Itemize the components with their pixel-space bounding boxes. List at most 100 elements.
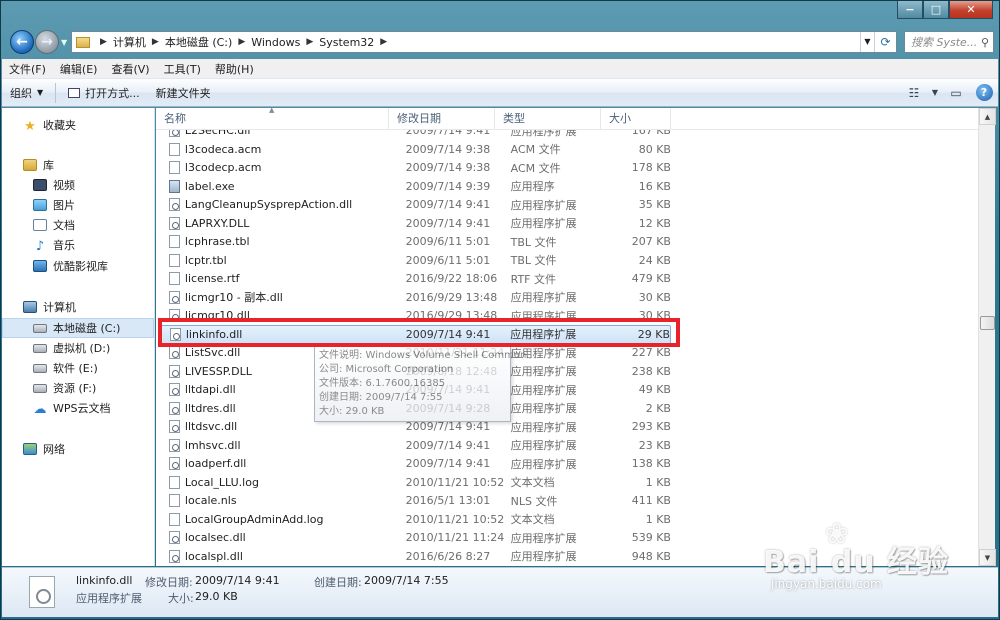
menu-help[interactable]: 帮助(H)	[208, 61, 261, 77]
minimize-button[interactable]: −	[897, 1, 923, 19]
file-row[interactable]: Local_LLU.log 2010/11/21 10:52 文本文档 1 KB	[158, 473, 671, 492]
file-name: license.rtf	[184, 272, 240, 286]
column-header-size[interactable]: 大小	[601, 108, 671, 130]
preview-pane-icon[interactable]: ▭	[942, 82, 970, 104]
file-type: 文本文档	[510, 476, 555, 490]
file-size: 227 KB	[631, 346, 671, 360]
file-size: 167 KB	[631, 130, 671, 138]
file-size: 539 KB	[631, 531, 671, 545]
breadcrumb-separator-icon[interactable]: ▶	[100, 37, 107, 47]
address-dropdown-icon[interactable]: ▼	[860, 32, 874, 52]
organize-button[interactable]: 组织 ▼	[2, 82, 51, 104]
menu-view[interactable]: 查看(V)	[104, 61, 156, 77]
close-button[interactable]: ✕	[949, 1, 993, 19]
file-row[interactable]: locale.nls 2016/5/1 13:01 NLS 文件 411 KB	[158, 492, 671, 511]
dll-file-icon	[169, 401, 180, 415]
view-options-icon[interactable]: ☷	[900, 82, 928, 104]
file-name: lcptr.tbl	[184, 253, 227, 267]
address-bar[interactable]: ▶ 计算机 ▶ 本地磁盘 (C:) ▶ Windows ▶ System32 ▶…	[71, 31, 897, 53]
scroll-thumb[interactable]	[980, 316, 995, 330]
search-placeholder: 搜索 Syste...	[911, 36, 978, 49]
file-row[interactable]: LAPRXY.DLL 2009/7/14 9:41 应用程序扩展 12 KB	[158, 214, 671, 233]
sidebar-item-libraries[interactable]: 库	[2, 155, 154, 175]
forward-button[interactable]: →	[35, 30, 59, 54]
vertical-scrollbar[interactable]: ▲ ▼	[978, 108, 996, 566]
file-row[interactable]: linkinfo.dll 2009/7/14 9:41 应用程序扩展 29 KB	[158, 325, 671, 344]
sidebar-item-drive-c[interactable]: 本地磁盘 (C:)	[2, 318, 154, 338]
help-button[interactable]: ?	[970, 82, 998, 104]
menu-edit[interactable]: 编辑(E)	[53, 61, 105, 77]
file-type: TBL 文件	[510, 235, 557, 249]
file-row[interactable]: licmgr10 - 副本.dll 2016/9/29 13:48 应用程序扩展 30…	[158, 288, 671, 307]
dll-file-icon	[29, 576, 55, 608]
column-header-date[interactable]: 修改日期	[389, 108, 495, 130]
sidebar-item-wps-cloud[interactable]: ☁ WPS云文档	[2, 398, 154, 418]
file-row[interactable]: lmhsvc.dll 2009/7/14 9:41 应用程序扩展 23 KB	[158, 436, 671, 455]
breadcrumb: ▶ 计算机 ▶ 本地磁盘 (C:) ▶ Windows ▶ System32 ▶	[94, 32, 393, 52]
sidebar-item-youku[interactable]: 优酷影视库	[2, 256, 154, 276]
file-row[interactable]: LangCleanupSysprepAction.dll 2009/7/14 9:…	[158, 196, 671, 215]
file-size: 207 KB	[631, 235, 671, 249]
breadcrumb-windows[interactable]: Windows	[251, 36, 300, 49]
breadcrumb-local-disk[interactable]: 本地磁盘 (C:)	[165, 34, 232, 50]
breadcrumb-separator-icon[interactable]: ▶	[380, 37, 387, 47]
back-button[interactable]: ←	[10, 30, 34, 54]
search-input[interactable]: 搜索 Syste... ⚲	[904, 31, 994, 53]
file-row[interactable]: l3codeca.acm 2009/7/14 9:38 ACM 文件 80 KB	[158, 140, 671, 159]
file-row[interactable]: LocalGroupAdminAdd.log 2010/11/21 10:52 文本…	[158, 510, 671, 529]
file-row[interactable]: licmgr10.dll 2016/9/29 13:48 应用程序扩展 30 KB	[158, 307, 671, 326]
sidebar-item-music[interactable]: ♪ 音乐	[2, 235, 154, 255]
sidebar-item-drive-d[interactable]: 虚拟机 (D:)	[2, 338, 154, 358]
file-row[interactable]: lcptr.tbl 2009/6/11 5:01 TBL 文件 24 KB	[158, 251, 671, 270]
help-icon: ?	[975, 84, 993, 101]
details-size-label: 大小:	[168, 592, 194, 605]
open-with-button[interactable]: 打开方式...	[60, 82, 148, 104]
drive-icon	[33, 323, 47, 333]
sidebar-item-videos[interactable]: 视频	[2, 175, 154, 195]
new-folder-button[interactable]: 新建文件夹	[148, 82, 219, 104]
sidebar-item-pictures[interactable]: 图片	[2, 195, 154, 215]
file-row[interactable]: license.rtf 2016/9/22 18:06 RTF 文件 479 KB	[158, 270, 671, 289]
file-modified-date: 2009/7/14 9:39	[405, 179, 491, 193]
file-size: 24 KB	[638, 253, 671, 267]
file-type: TBL 文件	[510, 254, 557, 268]
file-row[interactable]: l3codecp.acm 2009/7/14 9:38 ACM 文件 178 KB	[158, 159, 671, 178]
sidebar-item-computer[interactable]: 计算机	[2, 297, 154, 317]
file-row[interactable]: label.exe 2009/7/14 9:39 应用程序 16 KB	[158, 177, 671, 196]
refresh-icon[interactable]: ⟳	[874, 32, 896, 52]
breadcrumb-separator-icon[interactable]: ▶	[238, 37, 245, 47]
sidebar-item-network[interactable]: 网络	[2, 439, 154, 459]
file-modified-date: 2009/7/14 9:41	[405, 420, 491, 434]
column-header-type[interactable]: 类型	[495, 108, 601, 130]
explorer-window: − □ ✕ ← → ▼ ▶ 计算机 ▶ 本地磁盘 (C:) ▶ Windows …	[0, 0, 1000, 620]
sidebar-item-documents[interactable]: 文档	[2, 215, 154, 235]
new-folder-label: 新建文件夹	[155, 86, 211, 100]
file-row[interactable]: localsec.dll 2010/11/21 11:24 应用程序扩展 539 KB	[158, 529, 671, 548]
menu-tools[interactable]: 工具(T)	[157, 61, 208, 77]
sidebar-item-drive-e[interactable]: 软件 (E:)	[2, 358, 154, 378]
recent-pages-dropdown-icon[interactable]: ▼	[61, 38, 67, 47]
breadcrumb-separator-icon[interactable]: ▶	[306, 37, 313, 47]
sidebar-item-label: 音乐	[53, 239, 75, 252]
details-modified-label: 修改日期:	[145, 576, 193, 589]
view-dropdown-icon[interactable]: ▼	[928, 82, 942, 104]
file-modified-date: 2009/7/14 9:41	[405, 198, 491, 212]
file-row[interactable]: loadperf.dll 2009/7/14 9:41 应用程序扩展 138 KB	[158, 455, 671, 474]
file-row[interactable]: lcphrase.tbl 2009/6/11 5:01 TBL 文件 207 KB	[158, 233, 671, 252]
scroll-up-icon[interactable]: ▲	[979, 108, 996, 125]
file-type: 应用程序扩展	[510, 217, 577, 231]
open-with-label: 打开方式...	[85, 86, 140, 100]
breadcrumb-system32[interactable]: System32	[319, 36, 374, 49]
drive-icon	[33, 363, 47, 373]
file-row[interactable]: localspl.dll 2016/6/26 8:27 应用程序扩展 948 KB	[158, 547, 671, 566]
sidebar-item-favorites[interactable]: ★ 收藏夹	[2, 115, 154, 135]
breadcrumb-computer[interactable]: 计算机	[113, 34, 146, 50]
search-icon[interactable]: ⚲	[981, 36, 989, 49]
sidebar-item-drive-f[interactable]: 资源 (F:)	[2, 378, 154, 398]
picture-icon	[33, 199, 47, 211]
file-row[interactable]: L2SecHC.dll 2009/7/14 9:41 应用程序扩展 167 KB	[158, 130, 671, 140]
scroll-down-icon[interactable]: ▼	[979, 549, 996, 566]
menu-file[interactable]: 文件(F)	[2, 61, 53, 77]
maximize-button[interactable]: □	[923, 1, 949, 19]
breadcrumb-separator-icon[interactable]: ▶	[152, 37, 159, 47]
